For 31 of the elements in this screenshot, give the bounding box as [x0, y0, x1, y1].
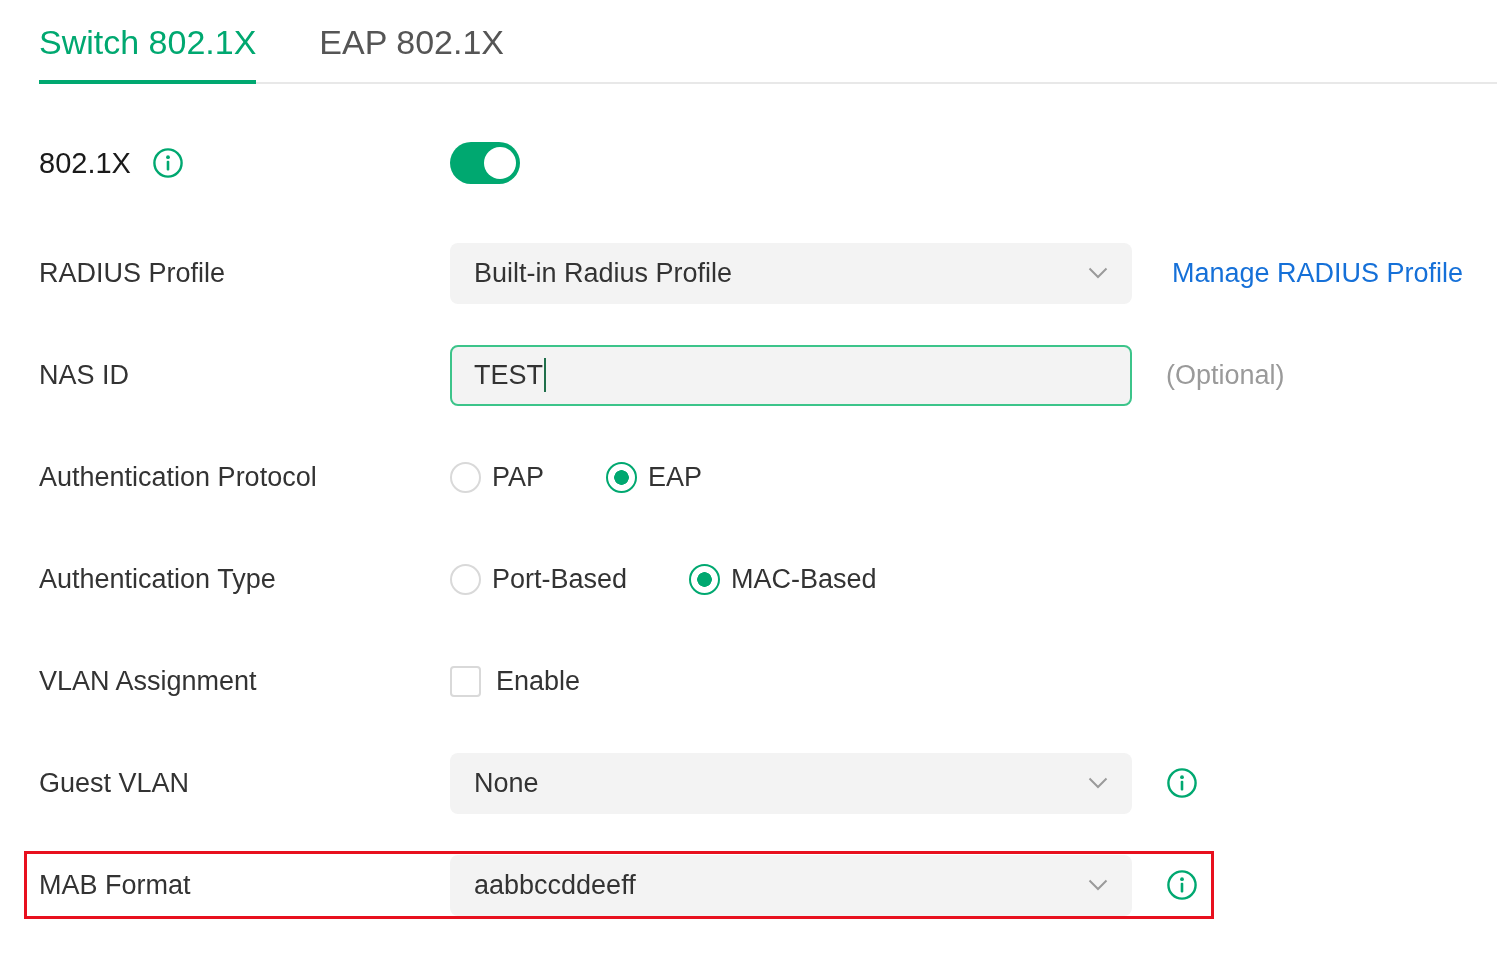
- dropdown[interactable]: aabbccddeeff: [450, 854, 1132, 916]
- text-field[interactable]: TEST: [450, 344, 1132, 406]
- radio-label: EAP: [648, 461, 703, 493]
- hint-text: (Optional): [1166, 359, 1285, 391]
- text-cursor-icon: [544, 358, 546, 392]
- radio-button[interactable]: [606, 461, 638, 493]
- field-label: Authentication Type: [39, 563, 276, 595]
- info-icon[interactable]: [1167, 870, 1197, 900]
- info-icon[interactable]: [1167, 768, 1197, 798]
- dropdown[interactable]: Built-in Radius Profile: [450, 242, 1132, 304]
- chevron-down-icon: [1088, 777, 1108, 789]
- field-label: Authentication Protocol: [39, 461, 317, 493]
- toggle-switch[interactable]: [450, 142, 520, 184]
- radio-button[interactable]: [689, 563, 721, 595]
- manage-profile-link[interactable]: Manage RADIUS Profile: [1172, 257, 1464, 289]
- radio-label: MAC-Based: [731, 563, 877, 595]
- field-label: MAB Format: [39, 869, 191, 901]
- chevron-down-icon: [1088, 267, 1108, 279]
- radio-label: PAP: [492, 461, 545, 493]
- radio-label: Port-Based: [492, 563, 628, 595]
- tab[interactable]: EAP 802.1X: [319, 2, 504, 84]
- chevron-down-icon: [1088, 879, 1108, 891]
- field-label: Guest VLAN: [39, 767, 190, 799]
- dropdown[interactable]: None: [450, 752, 1132, 814]
- checkbox[interactable]: [450, 665, 481, 697]
- info-icon[interactable]: [152, 148, 183, 178]
- field-label: 802.1X: [39, 146, 131, 180]
- field-label: RADIUS Profile: [39, 257, 226, 289]
- field-label: NAS ID: [39, 359, 130, 391]
- field-label: VLAN Assignment: [39, 665, 257, 697]
- checkbox-label: Enable: [496, 665, 581, 697]
